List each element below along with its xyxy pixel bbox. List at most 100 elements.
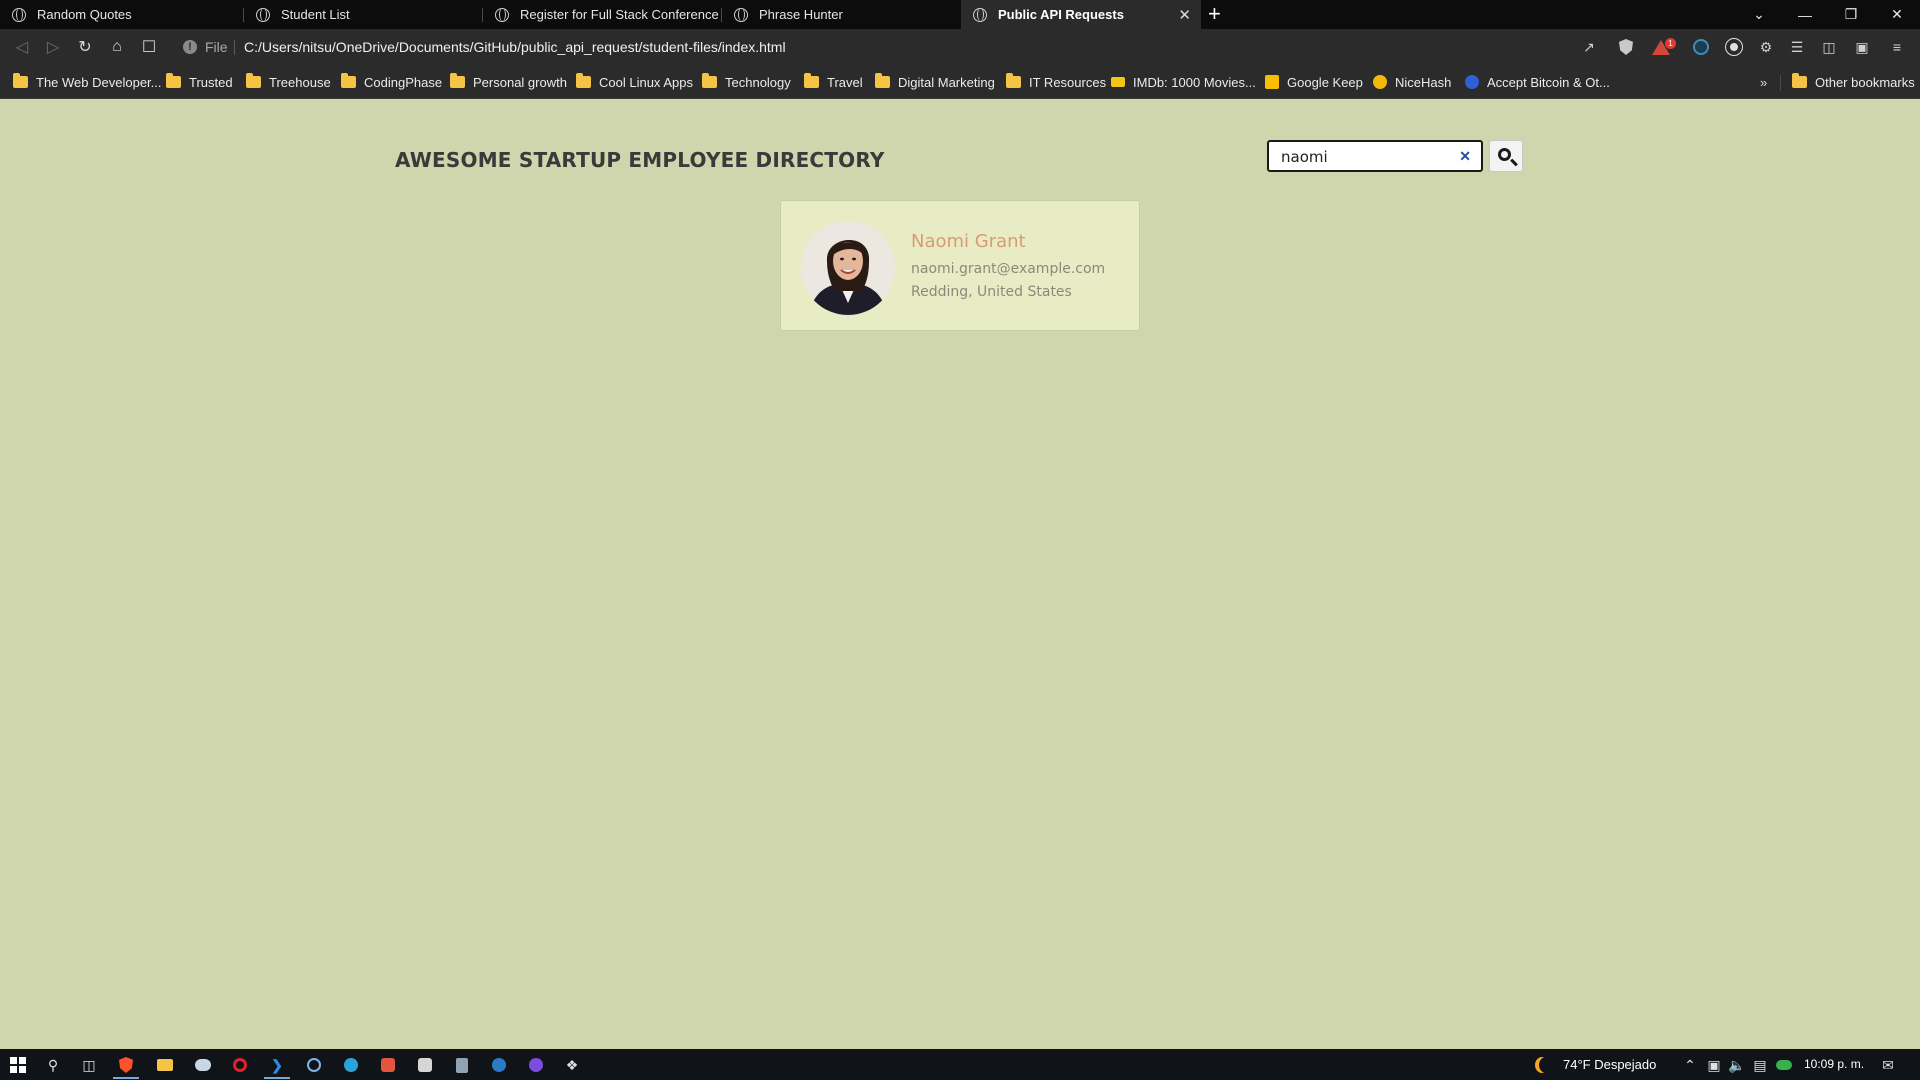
bookmark-digital-marketing[interactable]: Digital Marketing: [875, 72, 995, 92]
extension-dark-icon[interactable]: [1725, 38, 1743, 56]
brave-shields-icon[interactable]: [1617, 38, 1635, 56]
bookmark-nicehash[interactable]: NiceHash: [1373, 72, 1451, 92]
windows-start-icon[interactable]: [8, 1055, 28, 1075]
chevron-up-icon[interactable]: ⌃: [1680, 1055, 1700, 1075]
minimize-button[interactable]: —: [1782, 0, 1828, 29]
wallet-icon[interactable]: ▣: [1853, 38, 1871, 56]
bookmark-label: IMDb: 1000 Movies...: [1133, 74, 1256, 90]
forward-icon[interactable]: ▷: [42, 36, 64, 58]
bookmarks-bar: The Web Developer... Trusted Treehouse C…: [0, 66, 1920, 99]
bookmark-the-web-developer[interactable]: The Web Developer...: [13, 72, 162, 92]
app-icon[interactable]: [415, 1055, 435, 1075]
app-icon[interactable]: [378, 1055, 398, 1075]
brave-browser-icon[interactable]: [116, 1055, 136, 1075]
folder-icon: [576, 73, 591, 88]
bookmark-personal-growth[interactable]: Personal growth: [450, 72, 567, 92]
tab-search-dropdown-icon[interactable]: ⌄: [1736, 0, 1782, 29]
bookmark-label: Digital Marketing: [898, 74, 995, 90]
restore-button[interactable]: ❐: [1828, 0, 1874, 29]
bookmark-label: Other bookmarks: [1815, 74, 1915, 90]
extensions-puzzle-icon[interactable]: ⚙: [1757, 38, 1775, 56]
bookmark-icon[interactable]: ☐: [138, 36, 160, 58]
avatar: [801, 221, 895, 315]
app-icon[interactable]: ❖: [562, 1055, 582, 1075]
task-view-icon[interactable]: ◫: [79, 1055, 99, 1075]
windows-taskbar: ⚲ ◫ ❯ ❖ 74°F Despejado ⌃ ▣ 🔈 ▤ 10:09 p. …: [0, 1049, 1920, 1080]
close-window-button[interactable]: ✕: [1874, 0, 1920, 29]
search-button[interactable]: [1489, 140, 1523, 172]
employee-card[interactable]: Naomi Grant naomi.grant@example.com Redd…: [780, 200, 1140, 331]
globe-icon: [256, 7, 270, 22]
app-icon[interactable]: [193, 1055, 213, 1075]
tab-phrase-hunter[interactable]: Phrase Hunter: [722, 0, 961, 29]
bookmark-google-keep[interactable]: Google Keep: [1265, 72, 1363, 92]
employee-name: Naomi Grant: [911, 231, 1026, 252]
bookmark-trusted[interactable]: Trusted: [166, 72, 233, 92]
imdb-icon: [1111, 77, 1125, 87]
bookmark-label: Trusted: [189, 74, 233, 90]
weather-moon-icon[interactable]: [1533, 1055, 1553, 1075]
bookmark-other-bookmarks[interactable]: Other bookmarks: [1792, 72, 1915, 92]
vscode-icon[interactable]: ❯: [267, 1055, 287, 1075]
browser-toolbar: ◁ ▷ ↻ ⌂ ☐ ! File C:/Users/nitsu/OneDrive…: [0, 29, 1920, 66]
clock[interactable]: 10:09 p. m.: [1804, 1057, 1864, 1071]
opera-icon[interactable]: [230, 1055, 250, 1075]
app-icon[interactable]: [526, 1055, 546, 1075]
calculator-icon[interactable]: [452, 1055, 472, 1075]
employee-location: Redding, United States: [911, 284, 1072, 300]
bookmark-label: Personal growth: [473, 74, 567, 90]
tab-student-list[interactable]: Student List: [244, 0, 483, 29]
bookmark-it-resources[interactable]: IT Resources: [1006, 72, 1106, 92]
telegram-icon[interactable]: [341, 1055, 361, 1075]
bookmark-treehouse[interactable]: Treehouse: [246, 72, 331, 92]
app-icon[interactable]: [304, 1055, 324, 1075]
globe-icon: [973, 7, 987, 22]
reload-icon[interactable]: ↻: [74, 36, 96, 58]
bookmark-label: NiceHash: [1395, 74, 1452, 90]
network-icon[interactable]: ▤: [1750, 1055, 1770, 1075]
weather-status[interactable]: 74°F Despejado: [1563, 1057, 1656, 1072]
employee-email: naomi.grant@example.com: [911, 261, 1106, 277]
clear-search-icon[interactable]: ✕: [1459, 148, 1471, 165]
bookmark-codingphase[interactable]: CodingPhase: [341, 72, 442, 92]
bookmark-label: The Web Developer...: [36, 74, 162, 90]
bookmark-imdb[interactable]: IMDb: 1000 Movies...: [1111, 72, 1256, 92]
page-title: AWESOME STARTUP EMPLOYEE DIRECTORY: [395, 148, 885, 172]
search-input[interactable]: [1281, 146, 1441, 168]
tab-title: Random Quotes: [37, 7, 132, 22]
sidebar-icon[interactable]: ◫: [1820, 38, 1838, 56]
extension-circle-icon[interactable]: [1692, 38, 1710, 56]
bookmark-travel[interactable]: Travel: [804, 72, 863, 92]
bookmark-label: Google Keep: [1287, 74, 1363, 90]
menu-icon[interactable]: ≡: [1888, 38, 1906, 56]
tab-random-quotes[interactable]: Random Quotes: [0, 0, 244, 29]
home-icon[interactable]: ⌂: [106, 36, 128, 58]
tab-title: Register for Full Stack Conference: [520, 7, 719, 22]
bookmark-label: Accept Bitcoin & Ot...: [1487, 74, 1610, 90]
notifications-icon[interactable]: ✉: [1878, 1055, 1898, 1075]
tab-public-api-requests[interactable]: Public API Requests ✕: [961, 0, 1201, 29]
site-info-icon[interactable]: !: [183, 40, 197, 54]
folder-icon: [1006, 73, 1021, 88]
bookmark-accept-bitcoin[interactable]: Accept Bitcoin & Ot...: [1465, 72, 1610, 92]
page-viewport: AWESOME STARTUP EMPLOYEE DIRECTORY ✕ Nao…: [0, 100, 1920, 1049]
search-icon[interactable]: ⚲: [43, 1055, 63, 1075]
tray-app-icon[interactable]: ▣: [1704, 1055, 1724, 1075]
app-icon[interactable]: [489, 1055, 509, 1075]
volume-icon[interactable]: 🔈: [1727, 1055, 1747, 1075]
onedrive-icon[interactable]: [1774, 1055, 1794, 1075]
globe-icon: [734, 7, 748, 22]
tab-title: Phrase Hunter: [759, 7, 843, 22]
share-icon[interactable]: ↗: [1580, 38, 1598, 56]
bookmarks-overflow-icon[interactable]: »: [1760, 75, 1767, 90]
address-bar[interactable]: C:/Users/nitsu/OneDrive/Documents/GitHub…: [244, 39, 786, 55]
bookmark-technology[interactable]: Technology: [702, 72, 791, 92]
bookmark-cool-linux-apps[interactable]: Cool Linux Apps: [576, 72, 693, 92]
close-tab-icon[interactable]: ✕: [1178, 6, 1191, 24]
playlist-icon[interactable]: ☰: [1788, 38, 1806, 56]
tab-register-conference[interactable]: Register for Full Stack Conference: [483, 0, 722, 29]
file-explorer-icon[interactable]: [155, 1055, 175, 1075]
new-tab-button[interactable]: +: [1208, 1, 1221, 27]
back-icon[interactable]: ◁: [11, 36, 33, 58]
folder-icon: [13, 73, 28, 88]
